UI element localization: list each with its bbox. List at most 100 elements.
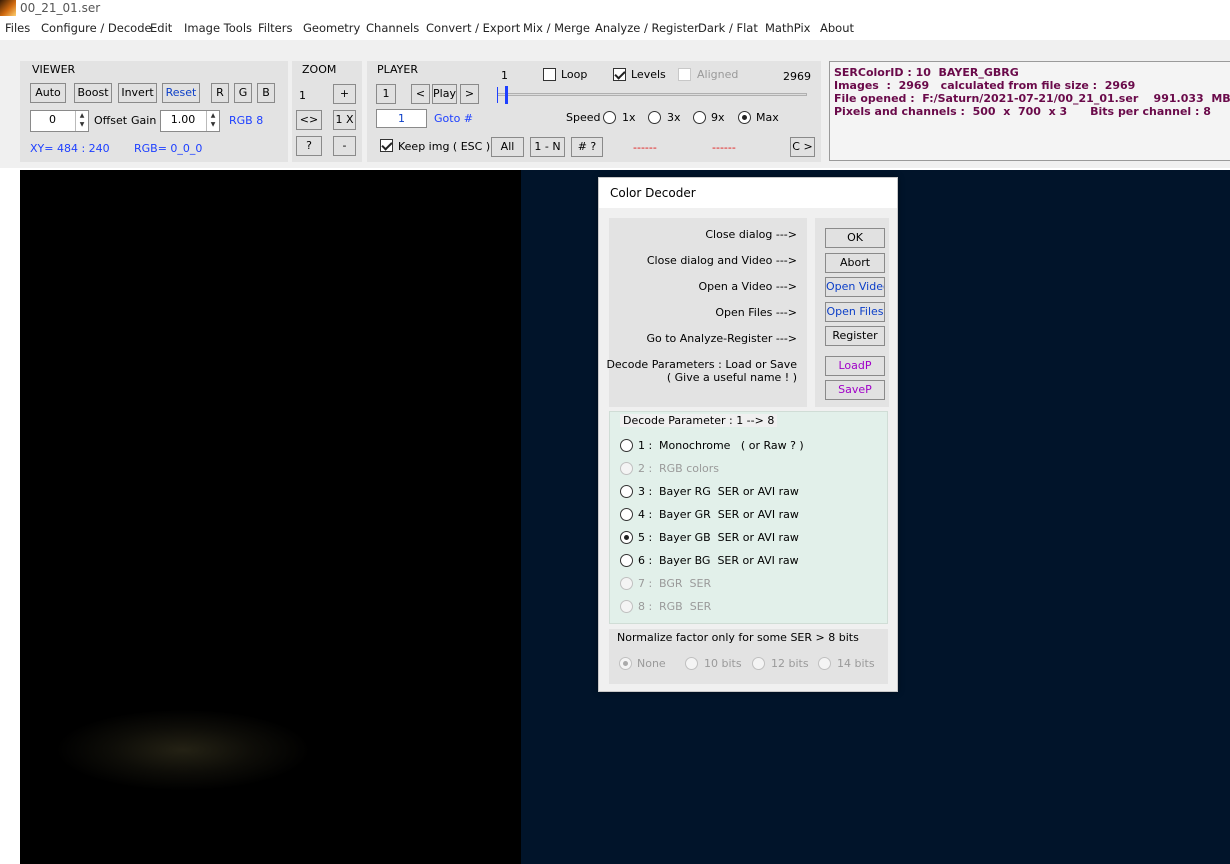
loop-checkbox[interactable]	[543, 68, 556, 81]
decode-option-6-label: Bayer BG SER or AVI raw	[659, 554, 799, 567]
decode-option-6-radio[interactable]	[620, 554, 633, 567]
offset-value: 0	[49, 113, 56, 126]
channel-r-button[interactable]: R	[211, 83, 229, 103]
offset-stepper[interactable]: 0 ▲ ▼	[30, 110, 89, 132]
menu-mathpix[interactable]: MathPix	[765, 21, 810, 35]
zoom-level: 1	[299, 89, 306, 102]
menu-geometry[interactable]: Geometry	[303, 21, 360, 35]
frame-slider-thumb[interactable]	[505, 86, 508, 104]
cursor-xy-readout: XY= 484 : 240	[30, 142, 110, 155]
decode-option-4-num: 4 :	[638, 508, 653, 521]
menu-about[interactable]: About	[820, 21, 854, 35]
menu-analyze-register[interactable]: Analyze / Register	[595, 21, 699, 35]
speed-max-radio[interactable]	[738, 111, 751, 124]
first-frame-button[interactable]: 1	[376, 84, 396, 104]
decode-option-1-radio[interactable]	[620, 439, 633, 452]
speed-3x-radio[interactable]	[648, 111, 661, 124]
channel-b-button[interactable]: B	[257, 83, 275, 103]
normalize-none-radio[interactable]	[619, 657, 632, 670]
buttons-panel: OK Abort Open Video Open Files Register …	[815, 218, 889, 407]
speed-9x-radio[interactable]	[693, 111, 706, 124]
speed-1x-radio[interactable]	[603, 111, 616, 124]
decode-option-2-radio[interactable]	[620, 462, 633, 475]
normalize-14bits-label: 14 bits	[837, 657, 875, 670]
actions-panel: Close dialog ---> Close dialog and Video…	[606, 218, 807, 407]
menu-mix-merge[interactable]: Mix / Merge	[523, 21, 590, 35]
levels-checkbox[interactable]	[613, 68, 626, 81]
menu-dark-flat[interactable]: Dark / Flat	[698, 21, 758, 35]
menu-channels[interactable]: Channels	[366, 21, 419, 35]
info-file-opened: File opened : F:/Saturn/2021-07-21/00_21…	[834, 92, 1230, 105]
decode-option-4-label: Bayer GR SER or AVI raw	[659, 508, 799, 521]
normalize-14bits-radio[interactable]	[818, 657, 831, 670]
play-button[interactable]: Play	[432, 84, 457, 104]
open-video-button[interactable]: Open Video	[825, 277, 885, 297]
all-button[interactable]: All	[491, 137, 524, 157]
frame-slider-start-mark	[497, 87, 498, 103]
normalize-10bits-radio[interactable]	[685, 657, 698, 670]
frame-slider-track[interactable]	[497, 93, 807, 96]
frame-query-button[interactable]: # ?	[571, 137, 603, 157]
open-video-label: Open a Video --->	[698, 280, 797, 293]
title-bar: 00_21_01.ser	[0, 0, 1230, 18]
spin-arrows-icon[interactable]: ▲ ▼	[75, 111, 88, 131]
spin-arrows-icon[interactable]: ▲ ▼	[206, 111, 219, 131]
zoom-1x-button[interactable]: 1 X	[333, 110, 356, 130]
menu-filters[interactable]: Filters	[258, 21, 292, 35]
register-button[interactable]: Register	[825, 326, 885, 346]
decode-option-8-label: RGB SER	[659, 600, 712, 613]
savep-button[interactable]: SaveP	[825, 380, 885, 400]
channel-g-button[interactable]: G	[234, 83, 252, 103]
loadp-button[interactable]: LoadP	[825, 356, 885, 376]
invert-button[interactable]: Invert	[118, 83, 157, 103]
gain-stepper[interactable]: 1.00 ▲ ▼	[160, 110, 220, 132]
menu-configure-decode[interactable]: Configure / Decode	[41, 21, 152, 35]
decode-option-2-num: 2 :	[638, 462, 653, 475]
goto-frame-input[interactable]: 1	[376, 109, 427, 128]
auto-button[interactable]: Auto	[30, 83, 66, 103]
reset-button[interactable]: Reset	[162, 83, 200, 103]
next-frame-button[interactable]: >	[460, 84, 479, 104]
menu-edit[interactable]: Edit	[150, 21, 172, 35]
decode-option-7-radio[interactable]	[620, 577, 633, 590]
decode-params-hint: ( Give a useful name ! )	[666, 371, 797, 384]
zoom-fit-button[interactable]: <>	[296, 110, 322, 130]
open-files-button[interactable]: Open Files	[825, 302, 885, 322]
goto-label[interactable]: Goto #	[434, 112, 473, 125]
menu-convert-export[interactable]: Convert / Export	[426, 21, 520, 35]
decode-option-5-num: 5 :	[638, 531, 653, 544]
levels-label: Levels	[631, 68, 666, 81]
decode-option-7-label: BGR SER	[659, 577, 712, 590]
decode-option-5-radio[interactable]	[620, 531, 633, 544]
speed-max-label: Max	[756, 111, 779, 124]
decode-params-label: Decode Parameters : Load or Save	[606, 358, 797, 371]
open-files-label: Open Files --->	[715, 306, 797, 319]
keep-img-checkbox[interactable]	[380, 139, 393, 152]
loop-label: Loop	[561, 68, 588, 81]
speed-9x-label: 9x	[711, 111, 725, 124]
goto-analyze-register-label: Go to Analyze-Register --->	[646, 332, 797, 345]
decode-option-3-radio[interactable]	[620, 485, 633, 498]
info-pixels-channels: Pixels and channels : 500 x 700 x 3 Bits…	[834, 105, 1211, 118]
viewer-group: VIEWER Auto Boost Invert Reset R G B 0 ▲…	[20, 61, 288, 162]
normalize-10bits-label: 10 bits	[704, 657, 742, 670]
menu-image-tools[interactable]: Image Tools	[184, 21, 252, 35]
decode-option-4-radio[interactable]	[620, 508, 633, 521]
zoom-help-button[interactable]: ?	[296, 136, 322, 156]
aligned-checkbox[interactable]	[678, 68, 691, 81]
decode-option-8-num: 8 :	[638, 600, 653, 613]
decode-option-8-radio[interactable]	[620, 600, 633, 613]
decode-option-3-label: Bayer RG SER or AVI raw	[659, 485, 799, 498]
c-next-button[interactable]: C >	[790, 137, 815, 157]
abort-button[interactable]: Abort	[825, 253, 885, 273]
zoom-in-button[interactable]: +	[333, 84, 356, 104]
boost-button[interactable]: Boost	[74, 83, 112, 103]
zoom-out-button[interactable]: -	[333, 136, 356, 156]
offset-label: Offset	[94, 114, 128, 127]
normalize-12bits-radio[interactable]	[752, 657, 765, 670]
decode-option-2-label: RGB colors	[659, 462, 720, 475]
prev-frame-button[interactable]: <	[411, 84, 430, 104]
ok-button[interactable]: OK	[825, 228, 885, 248]
menu-files[interactable]: Files	[5, 21, 30, 35]
range-1-n-button[interactable]: 1 - N	[530, 137, 565, 157]
